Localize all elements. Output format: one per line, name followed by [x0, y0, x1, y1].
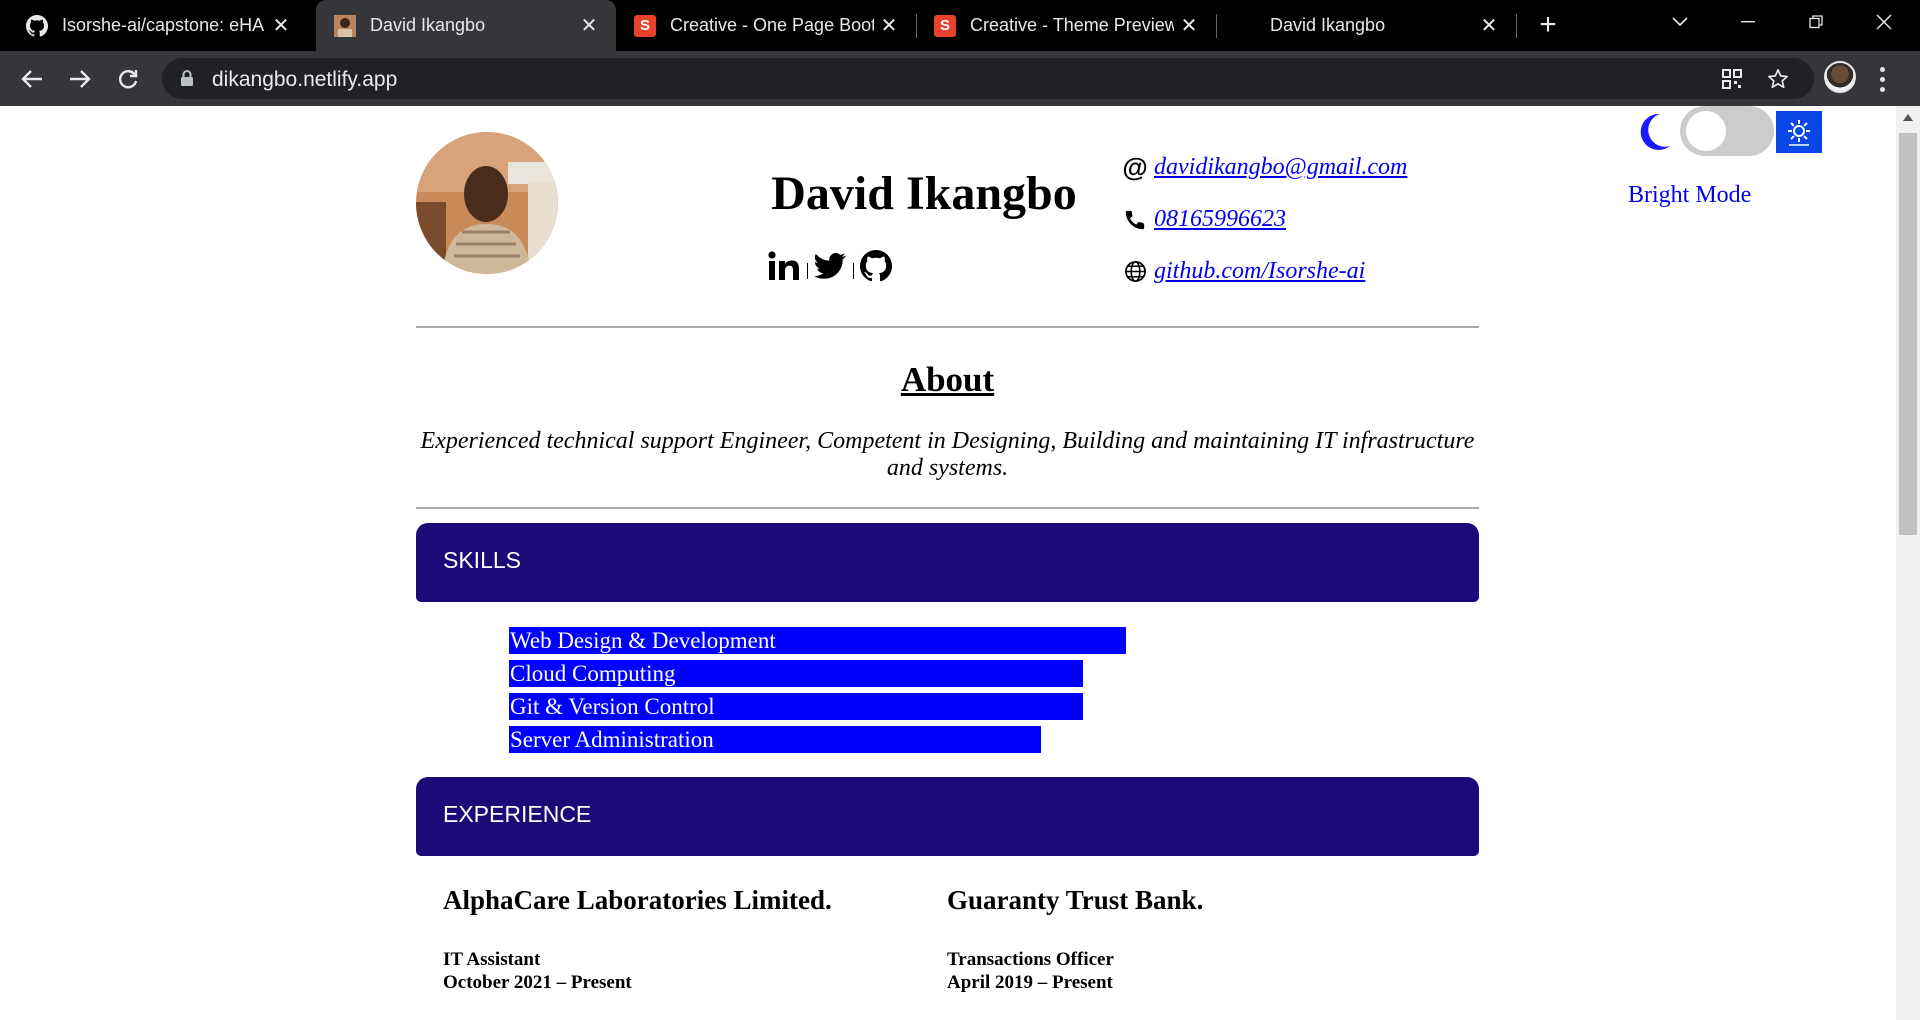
tab-strip: Isorshe-ai/capstone: eHA ✕ David Ikangbo…: [0, 0, 1920, 51]
tab-search-button[interactable]: [1652, 0, 1708, 44]
github-profile-link[interactable]: github.com/Isorshe-ai: [1154, 258, 1365, 285]
job-role: IT Assistant: [443, 949, 541, 970]
job-dates: October 2021 – Present: [443, 972, 632, 993]
tab-title: David Ikangbo: [1270, 15, 1386, 35]
dark-mode-toggle[interactable]: [1680, 106, 1774, 156]
close-icon[interactable]: ✕: [1174, 13, 1204, 38]
contact-github: github.com/Isorshe-ai: [1122, 258, 1365, 285]
job-company: AlphaCare Laboratories Limited.: [443, 885, 832, 915]
skills-header: SKILLS: [416, 523, 1479, 602]
phone-link[interactable]: 08165996623: [1154, 206, 1286, 233]
close-icon[interactable]: ✕: [266, 13, 296, 38]
skill-bar: Web Design & Development: [509, 627, 1126, 654]
close-icon: [1876, 14, 1892, 30]
divider: [416, 507, 1479, 509]
skill-bar: Server Administration: [509, 726, 1041, 753]
toggle-knob: [1686, 111, 1726, 151]
skill-label: Server Administration: [510, 727, 714, 752]
bookmark-star-icon[interactable]: [1766, 67, 1790, 91]
at-icon: @: [1122, 152, 1148, 182]
job-company: Guaranty Trust Bank.: [947, 885, 1204, 915]
blank-favicon-icon: [1234, 15, 1256, 37]
tab-david-ikangbo-active[interactable]: David Ikangbo ✕: [316, 0, 616, 51]
github-icon[interactable]: [858, 248, 894, 284]
scrollbar-thumb[interactable]: [1899, 133, 1917, 535]
profile-avatar[interactable]: [1824, 61, 1856, 93]
minimize-button[interactable]: [1720, 0, 1776, 44]
skill-label: Cloud Computing: [510, 661, 676, 686]
reload-icon: [119, 70, 138, 89]
forward-button[interactable]: [62, 61, 98, 97]
reload-button[interactable]: [110, 61, 146, 97]
about-text: Experienced technical support Engineer, …: [420, 428, 1475, 481]
photo-thumbnail-icon: [334, 14, 356, 37]
social-links: [766, 246, 894, 286]
s-logo-icon: S: [934, 14, 956, 37]
twitter-icon[interactable]: [812, 248, 848, 284]
chevron-down-icon: [1672, 17, 1688, 27]
moon-icon: [1640, 113, 1670, 150]
browser-toolbar: dikangbo.netlify.app: [0, 51, 1920, 106]
divider: [416, 326, 1479, 328]
sun-icon[interactable]: [1776, 111, 1822, 153]
minimize-icon: [1741, 21, 1755, 23]
skill-bar: Cloud Computing: [509, 660, 1083, 687]
tab-github-capstone[interactable]: Isorshe-ai/capstone: eHA ✕: [8, 0, 308, 51]
tab-title: Creative - One Page Boots: [670, 15, 874, 35]
skill-label: Git & Version Control: [510, 694, 715, 719]
arrow-left-icon: [21, 70, 42, 88]
close-window-button[interactable]: [1856, 0, 1912, 44]
tab-david-ikangbo[interactable]: David Ikangbo ✕: [1216, 0, 1516, 51]
qr-code-icon[interactable]: [1720, 67, 1744, 91]
tab-creative-one-page[interactable]: S Creative - One Page Boots ✕: [616, 0, 916, 51]
experience-title: EXPERIENCE: [443, 801, 592, 827]
close-icon[interactable]: ✕: [574, 13, 604, 38]
tab-title: Creative - Theme Preview: [970, 15, 1174, 35]
skills-title: SKILLS: [443, 547, 521, 573]
s-logo-icon: S: [634, 14, 656, 37]
tab-divider: [1516, 14, 1517, 38]
tab-title: David Ikangbo: [370, 15, 486, 35]
linkedin-icon[interactable]: [766, 248, 802, 284]
job-role: Transactions Officer: [947, 949, 1114, 970]
profile-name: David Ikangbo: [771, 167, 1077, 220]
restore-icon: [1809, 15, 1823, 29]
job-dates: April 2019 – Present: [947, 972, 1113, 993]
restore-button[interactable]: [1788, 0, 1844, 44]
divider: [848, 253, 858, 279]
about-heading: About: [900, 360, 995, 399]
contact-phone: 08165996623: [1122, 206, 1286, 233]
experience-header: EXPERIENCE: [416, 777, 1479, 856]
profile-photo: [416, 132, 558, 274]
vertical-scrollbar[interactable]: [1896, 106, 1920, 1020]
skill-bar: Git & Version Control: [509, 693, 1083, 720]
mode-label: Bright Mode: [1628, 182, 1752, 208]
scroll-up-arrow-icon[interactable]: [1903, 114, 1913, 121]
close-icon[interactable]: ✕: [1474, 13, 1504, 38]
url-text[interactable]: dikangbo.netlify.app: [212, 68, 397, 92]
tab-title: Isorshe-ai/capstone: eHA: [62, 15, 265, 35]
address-bar[interactable]: dikangbo.netlify.app: [162, 58, 1814, 99]
github-icon: [26, 14, 48, 37]
arrow-right-icon: [70, 70, 91, 88]
tab-creative-theme-preview[interactable]: S Creative - Theme Preview ✕: [916, 0, 1216, 51]
divider: [802, 253, 812, 279]
email-link[interactable]: davidikangbo@gmail.com: [1154, 154, 1407, 181]
theme-controls: [1626, 106, 1826, 156]
phone-icon: [1122, 207, 1148, 233]
close-icon[interactable]: ✕: [874, 13, 904, 38]
back-button[interactable]: [14, 61, 50, 97]
new-tab-button[interactable]: +: [1530, 8, 1566, 44]
page-viewport: David Ikangbo @ davidikangbo@gmail.com 0…: [0, 106, 1920, 1020]
skill-label: Web Design & Development: [510, 628, 776, 653]
browser-menu-button[interactable]: [1872, 64, 1892, 94]
globe-icon: [1122, 259, 1148, 285]
contact-email: @ davidikangbo@gmail.com: [1122, 152, 1407, 182]
lock-icon[interactable]: [180, 70, 194, 87]
